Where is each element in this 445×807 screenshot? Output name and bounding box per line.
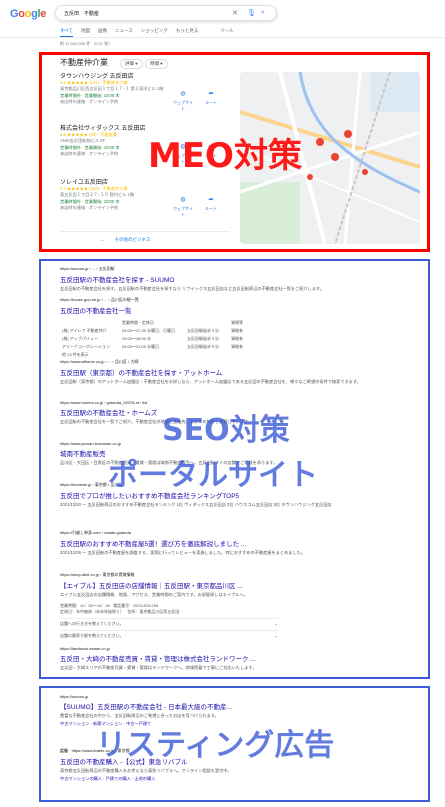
office-table: 営業時間・定休日 資格等 (株) アイレフ 不動産仲介 09:00〜17:30 水曜… [62, 320, 244, 357]
close-icon[interactable]: ✕ [232, 9, 238, 17]
mic-icon[interactable]: 🎙 [247, 9, 256, 17]
search-input[interactable]: 五反田 不動産 [64, 10, 99, 17]
result-title[interactable]: 五反田駅のおすすめ不動産屋5選！選び方を徹底解説しました ... [60, 538, 410, 548]
arrow-right-icon: → [100, 237, 105, 242]
route-button[interactable]: ➦ ルート [200, 196, 222, 212]
able-details: 営業時間：10：00〜18：30 電話番号：0570-803-255 定休日：年… [60, 603, 180, 614]
tab-shopping[interactable]: ショッピング [141, 28, 168, 37]
result-title[interactable]: 五反田・大崎の不動産売買・賃貸・管理は株式会社ランドワーク ... [60, 653, 410, 663]
tab-maps[interactable]: 地図 [81, 28, 90, 37]
result-title[interactable]: 五反田駅の不動産会社を探す - SUUMO [60, 274, 410, 284]
faq-item-2[interactable]: 店舗の最寄り駅を教えてください。 ⌄ [60, 630, 278, 639]
chevron-down-icon: ⌄ [274, 633, 278, 638]
tab-all[interactable]: すべて [60, 28, 74, 37]
tab-tools[interactable]: ツール [220, 28, 234, 37]
organic-result-8[interactable]: https://shop.able.co.jp › 東京都の賃貸情報 【エイブル… [60, 572, 410, 598]
local-pack-title: 不動産仲介業 [60, 58, 108, 67]
more-businesses-link[interactable]: → その他のビジネス [100, 237, 151, 243]
seo-overlay-label: SEO対策 [162, 413, 290, 448]
website-button[interactable]: ◍ ウェブサイト [172, 90, 194, 112]
faq-item-1[interactable]: 店舗への行き方を教えてください。 ⌄ [60, 618, 278, 627]
meo-overlay-label: MEO対策 [148, 136, 302, 176]
tab-more[interactable]: もっと見る [176, 28, 199, 37]
result-stats: 約 37,000,000 件 （0.37 秒） [60, 41, 113, 46]
ad-label: 広告 [60, 748, 68, 753]
globe-icon: ◍ [180, 91, 186, 97]
website-button[interactable]: ◍ ウェブサイト [172, 196, 194, 218]
directions-icon: ➦ [208, 91, 214, 97]
organic-result-7[interactable]: https://引越し単身.com › estate-gotanda 五反田駅の… [60, 530, 410, 556]
result-title[interactable]: 【SUUMO】五反田駅の不動産会社 - 日本最大級の不動産... [60, 701, 410, 711]
globe-icon: ◍ [180, 197, 186, 203]
local-pack-divider [60, 231, 230, 232]
search-box[interactable]: 五反田 不動産 ✕ 🎙 ⌕ [55, 5, 277, 21]
result-title[interactable]: 五反田駅（東京都）の不動産会社を探す・アットホーム [60, 367, 410, 377]
search-tabs: すべて 地図 画像 ニュース ショッピング もっと見る ツール [60, 28, 234, 37]
tab-news[interactable]: ニュース [115, 28, 133, 37]
organic-result-9[interactable]: https://landwork-estate.co.jp 五反田・大崎の不動産… [60, 646, 410, 671]
directions-icon: ➦ [208, 197, 214, 203]
result-title[interactable]: 【エイブル】五反田店の店舗情報｜五反田駅・東京都品川区 ... [60, 580, 410, 590]
result-title[interactable]: 五反田の不動産会社一覧 [60, 305, 410, 315]
listing-overlay-label: リスティング広告 [96, 728, 335, 763]
chevron-down-icon: ⌄ [274, 621, 278, 626]
tab-images[interactable]: 画像 [98, 28, 107, 37]
route-button[interactable]: ➦ ルート [200, 90, 222, 106]
search-icon[interactable]: ⌕ [261, 9, 265, 17]
filter-rating[interactable]: 評価 ▾ [120, 59, 143, 69]
portal-overlay-label: ポータルサイト [108, 458, 318, 493]
header-divider [0, 37, 445, 38]
filter-hours[interactable]: 時間 ▾ [145, 59, 168, 69]
organic-result-1[interactable]: https://suumo.jp › ... › 五反田駅 五反田駅の不動産会社… [60, 266, 410, 292]
organic-result-2[interactable]: https://house.goo.ne.jp › ... › 品川区の駅一覧 … [60, 297, 410, 315]
google-logo[interactable]: Google [10, 8, 46, 20]
organic-result-3[interactable]: https://www.athome.co.jp › ... › 品川区 › 大… [60, 359, 410, 385]
